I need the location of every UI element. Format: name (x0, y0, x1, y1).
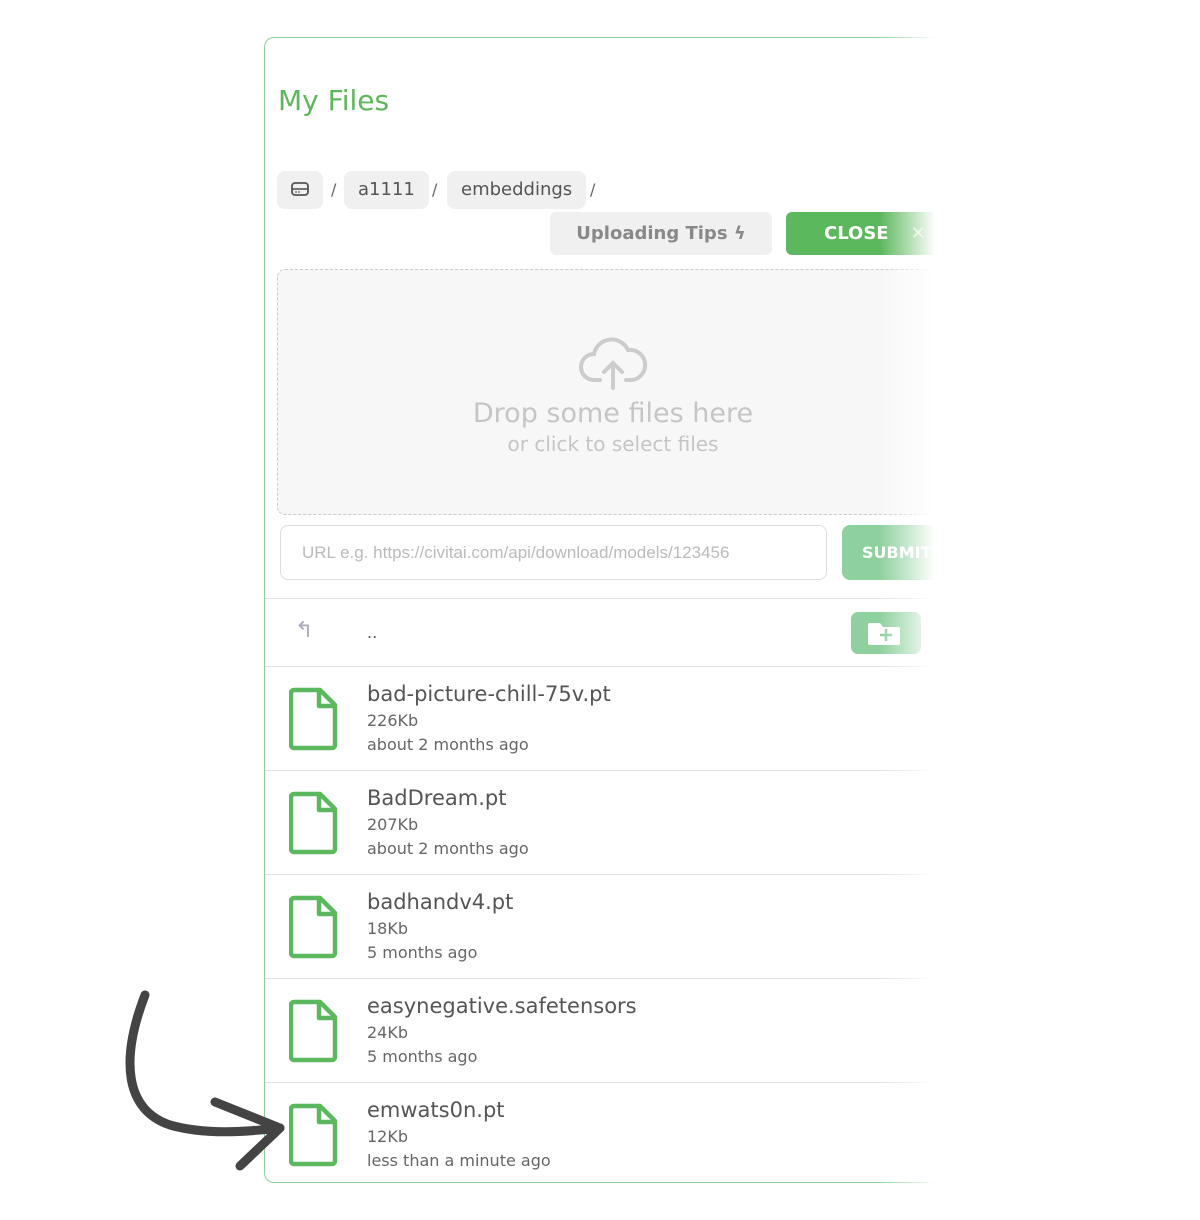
pointer-arrow-annotation (125, 990, 285, 1171)
